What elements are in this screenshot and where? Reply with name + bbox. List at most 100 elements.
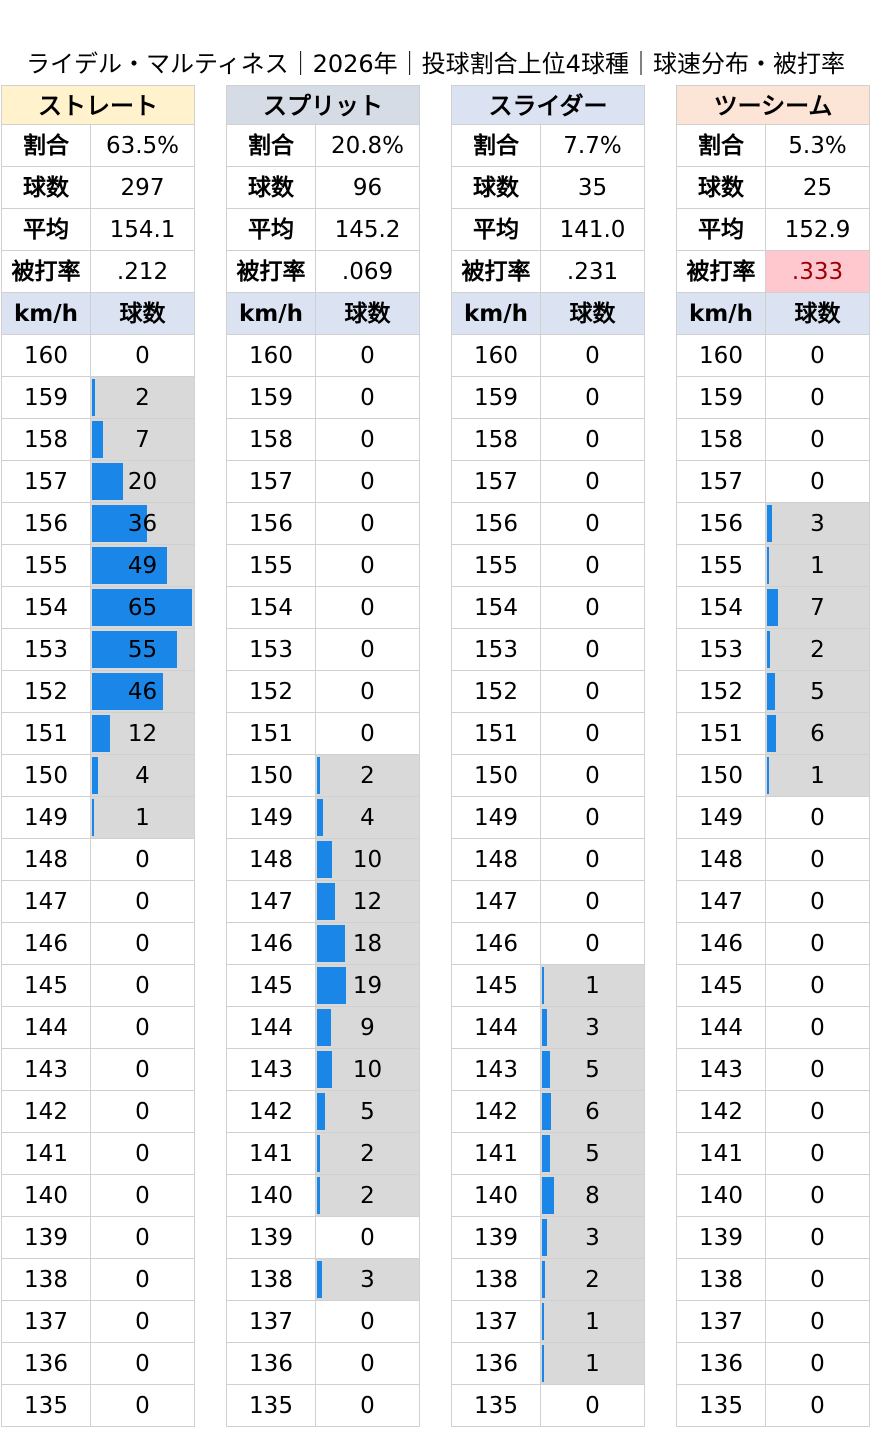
count-cell: 6 [541,1091,645,1133]
count-bar [542,1093,551,1130]
count-bar [92,463,123,500]
speed-label: 146 [226,923,316,965]
count-value: 0 [135,1015,150,1041]
count-value: 7 [135,427,150,453]
stat-row: 割合 5.3% [676,125,870,167]
speed-row: 140 0 [676,1175,870,1217]
count-cell: 0 [541,461,645,503]
count-value: 2 [135,385,150,411]
count-value: 0 [585,931,600,957]
speed-label: 139 [1,1217,91,1259]
count-bar [542,1219,547,1256]
count-cell: 0 [766,881,870,923]
speed-row: 139 0 [1,1217,195,1259]
count-column-header: 球数 [541,293,645,335]
speed-row: 141 0 [1,1133,195,1175]
speed-column-header: km/h [451,293,541,335]
speed-label: 157 [451,461,541,503]
speed-label: 136 [226,1343,316,1385]
count-bar [542,1135,550,1172]
speed-label: 149 [1,797,91,839]
count-value: 0 [810,469,825,495]
count-bar [767,715,776,752]
count-value: 6 [585,1099,600,1125]
stat-label-ratio: 割合 [226,125,316,167]
speed-row: 135 0 [676,1385,870,1427]
count-bar [92,715,110,752]
count-value: 0 [585,721,600,747]
stat-value-avg: 152.9 [766,209,870,251]
count-bar [317,757,320,794]
stat-label-count: 球数 [676,167,766,209]
count-cell: 7 [91,419,195,461]
count-cell: 4 [91,755,195,797]
speed-row: 141 2 [226,1133,420,1175]
count-value: 49 [127,553,158,579]
speed-row: 154 7 [676,587,870,629]
speed-row: 152 0 [226,671,420,713]
stat-value-ba: .333 [766,251,870,293]
speed-label: 140 [1,1175,91,1217]
stat-label-ba: 被打率 [226,251,316,293]
speed-label: 154 [676,587,766,629]
count-value: 19 [352,973,383,999]
count-value: 0 [810,1309,825,1335]
count-cell: 0 [316,713,420,755]
speed-label: 135 [226,1385,316,1427]
speed-label: 156 [451,503,541,545]
stat-row: 平均 141.0 [451,209,645,251]
count-cell: 5 [766,671,870,713]
speed-label: 137 [451,1301,541,1343]
speed-row: 146 18 [226,923,420,965]
count-value: 0 [585,469,600,495]
count-value: 1 [585,1351,600,1377]
count-value: 0 [810,931,825,957]
count-cell: 0 [316,419,420,461]
speed-row: 159 0 [226,377,420,419]
speed-row: 147 0 [676,881,870,923]
count-bar [542,1009,547,1046]
speed-row: 154 0 [226,587,420,629]
count-value: 2 [585,1267,600,1293]
count-cell: 49 [91,545,195,587]
count-bar [317,1135,320,1172]
speed-label: 138 [226,1259,316,1301]
count-value: 0 [810,889,825,915]
speed-row: 142 6 [451,1091,645,1133]
speed-label: 141 [451,1133,541,1175]
speed-label: 160 [676,335,766,377]
count-bar [767,547,769,584]
count-cell: 0 [766,797,870,839]
speed-row: 151 0 [451,713,645,755]
stat-value-ba: .212 [91,251,195,293]
count-cell: 3 [541,1217,645,1259]
speed-row: 153 0 [226,629,420,671]
speed-label: 159 [1,377,91,419]
speed-row: 156 0 [226,503,420,545]
count-value: 0 [360,679,375,705]
speed-row: 159 0 [676,377,870,419]
speed-label: 158 [226,419,316,461]
speed-row: 145 19 [226,965,420,1007]
count-value: 20 [127,469,158,495]
speed-label: 156 [676,503,766,545]
count-cell: 1 [766,755,870,797]
speed-row: 135 0 [451,1385,645,1427]
count-bar [542,967,544,1004]
count-cell: 0 [541,755,645,797]
speed-row: 146 0 [676,923,870,965]
stat-value-ba: .231 [541,251,645,293]
count-value: 3 [585,1015,600,1041]
count-cell: 0 [766,1385,870,1427]
speed-row: 138 0 [676,1259,870,1301]
speed-row: 147 0 [1,881,195,923]
speed-label: 156 [226,503,316,545]
count-bar [317,1009,331,1046]
speed-label: 135 [451,1385,541,1427]
count-cell: 2 [316,1133,420,1175]
pitch-panel: ツーシーム 割合 5.3% 球数 25 平均 152.9 被打率 .333 km/h 球数 160 0 1… [676,85,870,1427]
count-value: 65 [127,595,158,621]
count-cell: 0 [316,1301,420,1343]
count-cell: 0 [766,1259,870,1301]
count-value: 0 [135,1183,150,1209]
